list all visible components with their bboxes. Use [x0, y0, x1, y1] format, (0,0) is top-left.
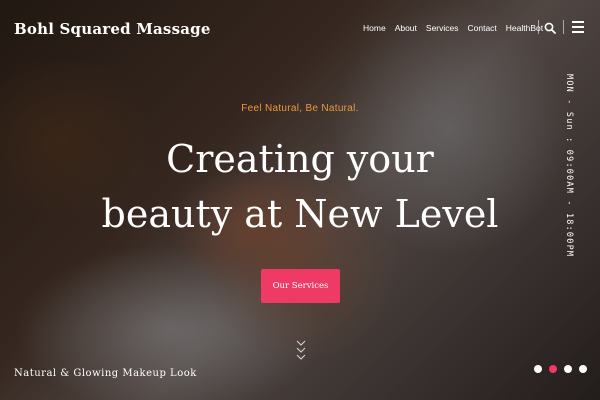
top-bar: Bohl Squared Massage Home About Services… [0, 0, 600, 56]
slider-dots [534, 365, 587, 373]
search-icon[interactable] [544, 21, 556, 34]
hero-section: Bohl Squared Massage Home About Services… [0, 0, 600, 400]
slider-dot[interactable] [564, 365, 572, 373]
hamburger-menu-icon[interactable] [572, 21, 584, 33]
opening-hours: MON - Sun : 09:00AM - 18:00PM [559, 74, 579, 314]
slider-dot[interactable] [534, 365, 542, 373]
slide-caption: Natural & Glowing Makeup Look [14, 368, 197, 379]
opening-hours-text: MON - Sun : 09:00AM - 18:00PM [564, 74, 574, 258]
nav-divider [563, 20, 564, 34]
hero-headline-line2: beauty at New Level [101, 192, 499, 236]
nav-home[interactable]: Home [363, 23, 386, 33]
hero-tagline: Feel Natural, Be Natural. [241, 103, 359, 114]
nav-contact[interactable]: Contact [468, 23, 497, 33]
slider-dot-active[interactable] [549, 365, 557, 373]
main-nav: Home About Services Contact HealthBot [363, 23, 543, 33]
our-services-button[interactable]: Our Services [261, 269, 340, 303]
nav-services[interactable]: Services [426, 23, 459, 33]
brand-logo[interactable]: Bohl Squared Massage [14, 20, 211, 38]
slider-dot[interactable] [579, 365, 587, 373]
hero-headline-line1: Creating your [166, 137, 434, 181]
scroll-down-icon[interactable] [295, 338, 307, 362]
nav-divider [538, 20, 539, 34]
nav-about[interactable]: About [395, 23, 417, 33]
